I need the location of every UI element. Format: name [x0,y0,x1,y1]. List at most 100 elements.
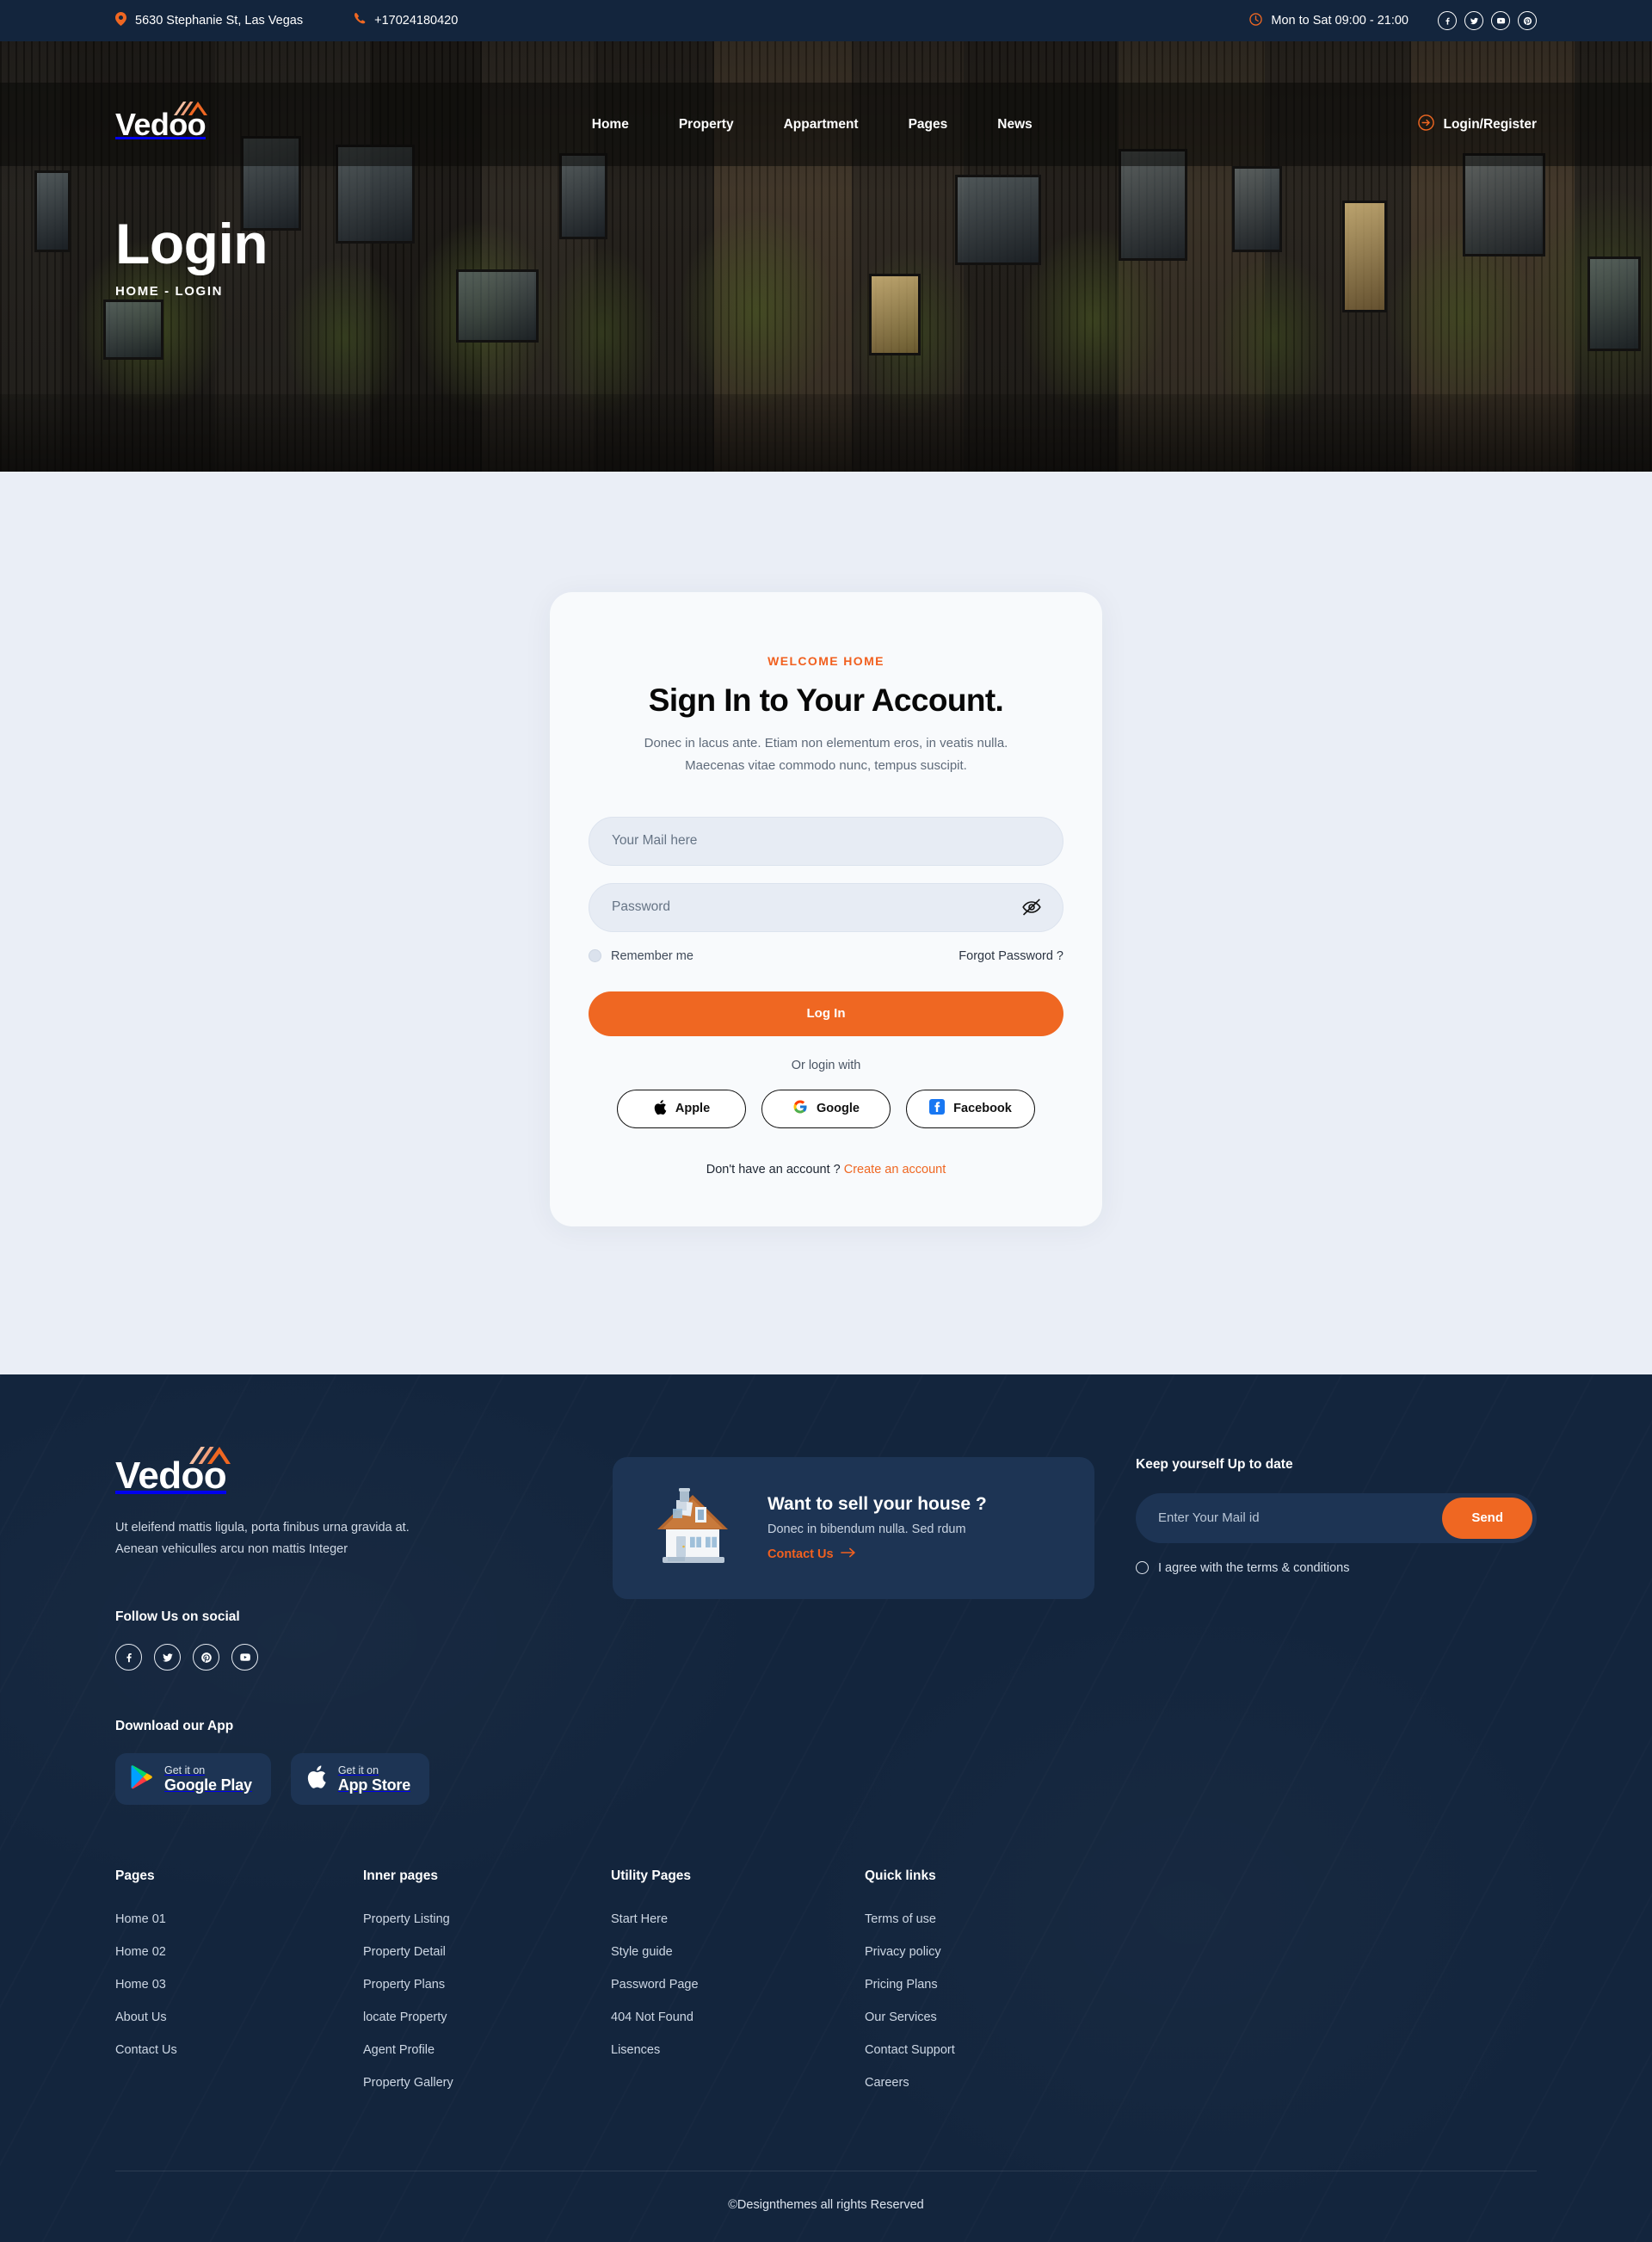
facebook-icon[interactable] [1438,11,1457,30]
phone-icon [354,13,366,28]
password-field-wrap [589,882,1063,932]
apple-label: Apple [675,1102,711,1116]
log-in-button[interactable]: Log In [589,991,1063,1036]
nav-item-news[interactable]: News [997,117,1032,133]
arrow-right-icon [840,1547,855,1561]
form-options-row: Remember me Forgot Password ? [589,949,1063,963]
link-home-01[interactable]: Home 01 [115,1912,363,1926]
or-login-with-label: Or login with [791,1058,861,1072]
facebook-icon[interactable] [115,1644,142,1671]
top-bar-socials [1438,11,1537,30]
link-style-guide[interactable]: Style guide [611,1945,865,1959]
login-with-apple-button[interactable]: Apple [617,1089,746,1128]
toggle-password-visibility-icon[interactable] [1020,896,1043,918]
promo-subtitle: Donec in bibendum nulla. Sed rdum [767,1522,966,1536]
link-contact-us[interactable]: Contact Us [115,2043,363,2057]
remember-me-label: Remember me [611,948,693,963]
footer-about-text: Ut eleifend mattis ligula, porta finibus… [115,1520,410,1557]
google-label: Google [817,1102,860,1116]
link-property-detail[interactable]: Property Detail [363,1945,611,1959]
nav-item-property[interactable]: Property [679,117,734,133]
google-play-text: Get it on Google Play [164,1764,252,1794]
app-store-button[interactable]: Get it on App Store [290,1753,430,1806]
footer-newsletter-column: Keep yourself Up to date Send I agree wi… [1136,1457,1537,1806]
contact-us-label: Contact Us [767,1547,834,1561]
link-password-page[interactable]: Password Page [611,1978,865,1992]
twitter-icon[interactable] [1464,11,1483,30]
footer-column-utility-pages: Utility Pages Start Here Style guide Pas… [611,1868,865,2109]
top-bar-right: Mon to Sat 09:00 - 21:00 [1249,11,1537,30]
contact-us-link[interactable]: Contact Us [767,1547,855,1561]
link-home-02[interactable]: Home 02 [115,1945,363,1959]
link-property-listing[interactable]: Property Listing [363,1912,611,1926]
site-logo[interactable]: Vedoo [115,101,208,140]
column-heading-utility-pages: Utility Pages [611,1868,692,1884]
create-account-link[interactable]: Create an account [844,1163,946,1177]
app-store-text: Get it on App Store [338,1764,410,1794]
google-play-button[interactable]: Get it on Google Play [115,1753,271,1806]
google-play-big-label: Google Play [164,1776,252,1794]
link-contact-support[interactable]: Contact Support [865,2043,1537,2057]
app-store-small-label: Get it on [337,1764,379,1777]
newsletter-send-button[interactable]: Send [1442,1497,1532,1539]
app-store-buttons: Get it on Google Play Get it on App Stor… [115,1753,571,1806]
phone-item[interactable]: +17024180420 [354,13,458,28]
footer-column-pages: Pages Home 01 Home 02 Home 03 About Us C… [115,1868,363,2109]
link-pricing-plans[interactable]: Pricing Plans [865,1978,1537,1992]
link-lisences[interactable]: Lisences [611,2043,865,2057]
nav-item-appartment[interactable]: Appartment [784,117,859,133]
promo-title: Want to sell your house ? [767,1493,987,1514]
signup-prompt: Don't have an account ? Create an accoun… [589,1163,1063,1177]
clock-icon [1249,12,1263,29]
remember-me-checkbox[interactable] [589,949,601,963]
footer-top-grid: Vedoo Ut eleifend mattis ligula, porta f… [115,1446,1537,1806]
social-login-row: Apple Google Facebook [589,1089,1063,1128]
youtube-icon[interactable] [1491,11,1510,30]
login-form: Remember me Forgot Password ? Log In Or … [589,816,1063,1177]
link-property-plans[interactable]: Property Plans [363,1978,611,1992]
sell-house-promo-card: Want to sell your house ? Donec in biben… [613,1456,1094,1599]
link-about-us[interactable]: About Us [115,2010,363,2024]
card-subtitle: Donec in lacus ante. Etiam non elementum… [644,736,1008,773]
login-with-facebook-button[interactable]: Facebook [906,1089,1035,1128]
app-store-big-label: App Store [337,1776,411,1794]
address-text: 5630 Stephanie St, Las Vegas [135,14,304,28]
link-locate-property[interactable]: locate Property [363,2010,611,2024]
link-privacy-policy[interactable]: Privacy policy [865,1945,1537,1959]
link-terms-of-use[interactable]: Terms of use [865,1912,1537,1926]
link-property-gallery[interactable]: Property Gallery [363,2076,611,2090]
youtube-icon[interactable] [231,1644,258,1671]
pinterest-icon[interactable] [193,1644,219,1671]
link-start-here[interactable]: Start Here [611,1912,865,1926]
nav-item-home[interactable]: Home [592,117,629,133]
footer-link-columns: Pages Home 01 Home 02 Home 03 About Us C… [115,1868,1537,2109]
footer-column-inner-pages: Inner pages Property Listing Property De… [363,1868,611,2109]
breadcrumb: HOME - LOGIN [115,283,224,299]
link-home-03[interactable]: Home 03 [115,1978,363,1992]
pinterest-icon[interactable] [1518,11,1537,30]
hero-section: Vedoo Home Property Appartment Pages New… [0,41,1652,472]
login-arrow-icon [1418,114,1435,135]
column-heading-inner-pages: Inner pages [363,1868,438,1884]
email-input[interactable] [589,816,1063,866]
footer-promo-column: Want to sell your house ? Donec in biben… [613,1456,1094,1806]
footer-logo[interactable]: Vedoo [115,1446,231,1495]
terms-checkbox[interactable] [1136,1561,1149,1575]
login-register-button[interactable]: Login/Register [1418,114,1537,135]
hours-item: Mon to Sat 09:00 - 21:00 [1249,12,1409,29]
password-input[interactable] [589,882,1063,932]
promo-text-block: Want to sell your house ? Donec in biben… [767,1494,987,1562]
link-careers[interactable]: Careers [865,2076,1537,2090]
login-with-google-button[interactable]: Google [761,1089,891,1128]
footer-brand-column: Vedoo Ut eleifend mattis ligula, porta f… [115,1446,571,1806]
newsletter-email-input[interactable] [1158,1497,1443,1539]
forgot-password-link[interactable]: Forgot Password ? [959,949,1063,963]
link-agent-profile[interactable]: Agent Profile [363,2043,611,2057]
link-404-not-found[interactable]: 404 Not Found [611,2010,865,2024]
main-nav: Home Property Appartment Pages News [592,117,1032,133]
nav-item-pages[interactable]: Pages [909,117,948,133]
remember-me-toggle[interactable]: Remember me [589,949,693,963]
terms-agreement-toggle[interactable]: I agree with the terms & conditions [1136,1561,1537,1575]
link-our-services[interactable]: Our Services [865,2010,1537,2024]
twitter-icon[interactable] [154,1644,181,1671]
